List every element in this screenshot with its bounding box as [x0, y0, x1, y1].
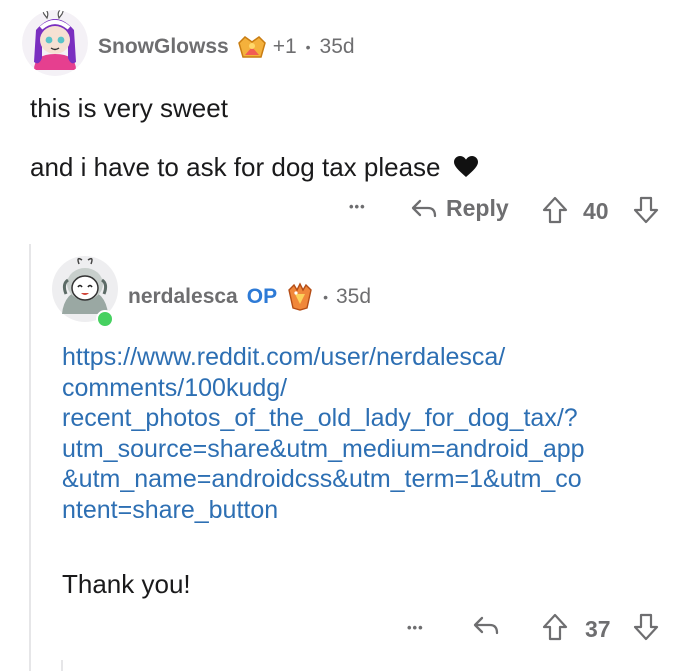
- heart-icon: [453, 153, 478, 185]
- reply-arrow-icon: [473, 616, 499, 635]
- avatar-image: [22, 10, 88, 76]
- link-line: https://www.reddit.com/user/nerdalesca/: [62, 343, 506, 371]
- more-options-button[interactable]: •••: [407, 620, 424, 635]
- comment-line: this is very sweet: [30, 93, 228, 123]
- crystal-award-icon: [285, 282, 315, 312]
- reply-arrow-icon: [410, 198, 438, 220]
- separator: •: [305, 39, 311, 55]
- karma-delta: +1: [272, 35, 297, 58]
- reply-label: Reply: [446, 195, 509, 221]
- downvote-button[interactable]: [633, 613, 659, 641]
- downvote-button[interactable]: [633, 196, 659, 224]
- comment-line-text: and i have to ask for dog tax please: [30, 152, 441, 182]
- vote-count: 40: [583, 198, 609, 224]
- comment-age: 35d: [319, 35, 355, 58]
- reply-button[interactable]: [472, 615, 500, 637]
- link-line: ntent=share_button: [62, 495, 279, 524]
- link-line: recent_photos_of_the_old_lady_for_dog_ta…: [62, 404, 578, 432]
- achievement-badge-icon: [237, 33, 267, 61]
- separator: •: [323, 289, 328, 305]
- upvote-arrow-icon: [542, 613, 568, 641]
- link-line: comments/100kudg/: [62, 373, 288, 402]
- reply-header: nerdalesca OP • 35d: [128, 282, 371, 312]
- online-status-dot: [96, 310, 114, 328]
- reply-age: 35d: [336, 285, 372, 308]
- link-line: &utm_name=androidcss&utm_term=1&utm_co: [62, 465, 582, 493]
- username[interactable]: nerdalesca: [128, 285, 238, 309]
- reply-button[interactable]: Reply: [410, 195, 509, 222]
- comment-line: and i have to ask for dog tax please: [30, 151, 478, 185]
- downvote-arrow-icon: [633, 196, 659, 224]
- nested-thread-line[interactable]: [61, 660, 63, 671]
- link-line: utm_source=share&utm_medium=android_app: [62, 434, 585, 463]
- username[interactable]: SnowGlowss: [98, 35, 229, 59]
- avatar[interactable]: [22, 10, 88, 76]
- comment-header: SnowGlowss +1 • 35d: [98, 32, 355, 62]
- shared-link[interactable]: https://www.reddit.com/user/nerdalesca/ …: [62, 342, 585, 525]
- upvote-arrow-icon: [542, 196, 568, 224]
- upvote-button[interactable]: [542, 196, 568, 224]
- more-options-button[interactable]: •••: [349, 199, 366, 214]
- vote-count: 37: [585, 616, 611, 642]
- reply-avatar[interactable]: [52, 256, 118, 328]
- thread-line[interactable]: [29, 244, 31, 671]
- op-badge: OP: [246, 285, 278, 308]
- upvote-button[interactable]: [542, 613, 568, 641]
- downvote-arrow-icon: [633, 613, 659, 641]
- reply-message: Thank you!: [62, 569, 191, 599]
